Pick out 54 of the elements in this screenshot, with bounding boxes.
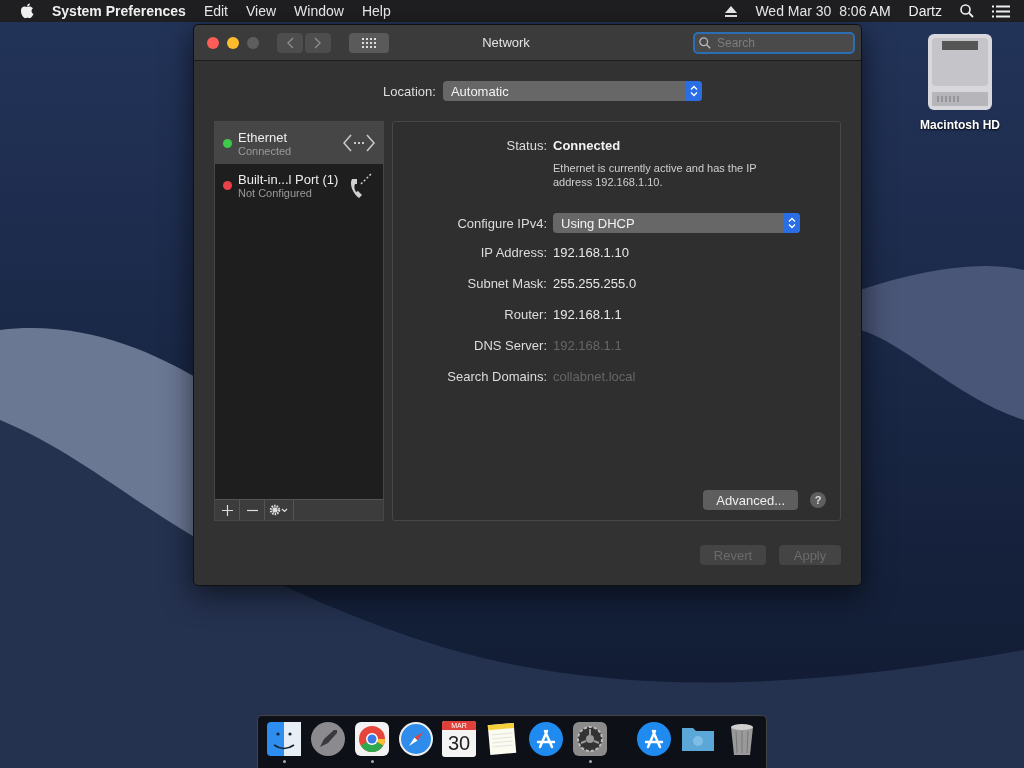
help-button[interactable]: ? — [810, 492, 826, 508]
gear-caret-icon — [269, 504, 289, 516]
service-status: Connected — [238, 144, 293, 157]
field-value: 192.168.1.10 — [553, 244, 630, 262]
app-name-menu[interactable]: System Preferences — [52, 3, 186, 19]
plus-icon — [221, 504, 233, 516]
menu-item[interactable]: Edit — [203, 3, 228, 19]
window-title: Network — [481, 35, 531, 50]
minimize-button[interactable] — [227, 36, 239, 49]
service-name: Built-in...l Port (1) — [238, 171, 340, 187]
menu-item[interactable]: View — [246, 3, 277, 19]
menu-item[interactable]: Window — [294, 3, 344, 19]
status-description: Ethernet is currently active and has the IP address 192.168.1.10. — [553, 161, 758, 189]
chevron-left-icon — [286, 36, 294, 49]
field-label: Subnet Mask: — [466, 276, 547, 291]
field-label: Search Domains: — [446, 369, 547, 384]
up-down-arrows-icon — [788, 217, 796, 229]
field-label: Router: — [503, 307, 547, 322]
service-name: Ethernet — [238, 129, 289, 145]
field-label: Configure IPv4: — [456, 215, 547, 231]
dot-grid-icon — [362, 37, 376, 48]
search-icon — [699, 36, 711, 49]
field-label: IP Address: — [479, 245, 547, 260]
smiling-face-icon[interactable] — [266, 721, 302, 757]
letter-a-circle-icon[interactable] — [636, 721, 672, 757]
location-label: Location: — [383, 83, 436, 99]
list-icon[interactable] — [992, 4, 1010, 18]
chevron-right-icon — [314, 36, 322, 49]
status-value: Connected — [553, 138, 622, 153]
menu-item[interactable]: Help — [361, 3, 391, 19]
rocket-icon[interactable] — [310, 721, 346, 757]
field-value: 255.255.255.0 — [553, 275, 638, 293]
service-item[interactable]: Ethernet Connected — [215, 122, 383, 164]
close-button[interactable] — [207, 36, 219, 49]
status-label: Status: — [505, 138, 547, 153]
arrows-dots-icon — [343, 133, 375, 153]
location-dropdown[interactable]: Automatic — [442, 81, 702, 101]
gear-icon[interactable] — [572, 721, 608, 757]
letter-a-circle-icon[interactable] — [528, 721, 564, 757]
desktop-icon-label: Macintosh HD — [920, 118, 1000, 132]
user-name-menu[interactable]: Dartz — [908, 3, 942, 19]
menu-clock[interactable]: Wed Mar 30 8:06 AM — [755, 3, 891, 19]
compass-icon[interactable] — [398, 721, 434, 757]
show-all-button[interactable] — [349, 32, 389, 53]
up-down-arrows-icon — [689, 85, 698, 97]
advanced-button[interactable]: Advanced... — [703, 490, 798, 510]
configure-ipv4-dropdown[interactable]: Using DHCP — [553, 213, 800, 233]
search-icon[interactable] — [960, 4, 974, 18]
service-item[interactable]: Built-in...l Port (1) Not Configured — [215, 164, 383, 206]
field-label: DNS Server: — [473, 338, 547, 353]
field-value: 192.168.1.1 — [553, 306, 623, 324]
apple-logo-icon[interactable] — [20, 3, 34, 19]
service-status: Not Configured — [238, 186, 313, 199]
eject-icon[interactable] — [725, 5, 738, 17]
